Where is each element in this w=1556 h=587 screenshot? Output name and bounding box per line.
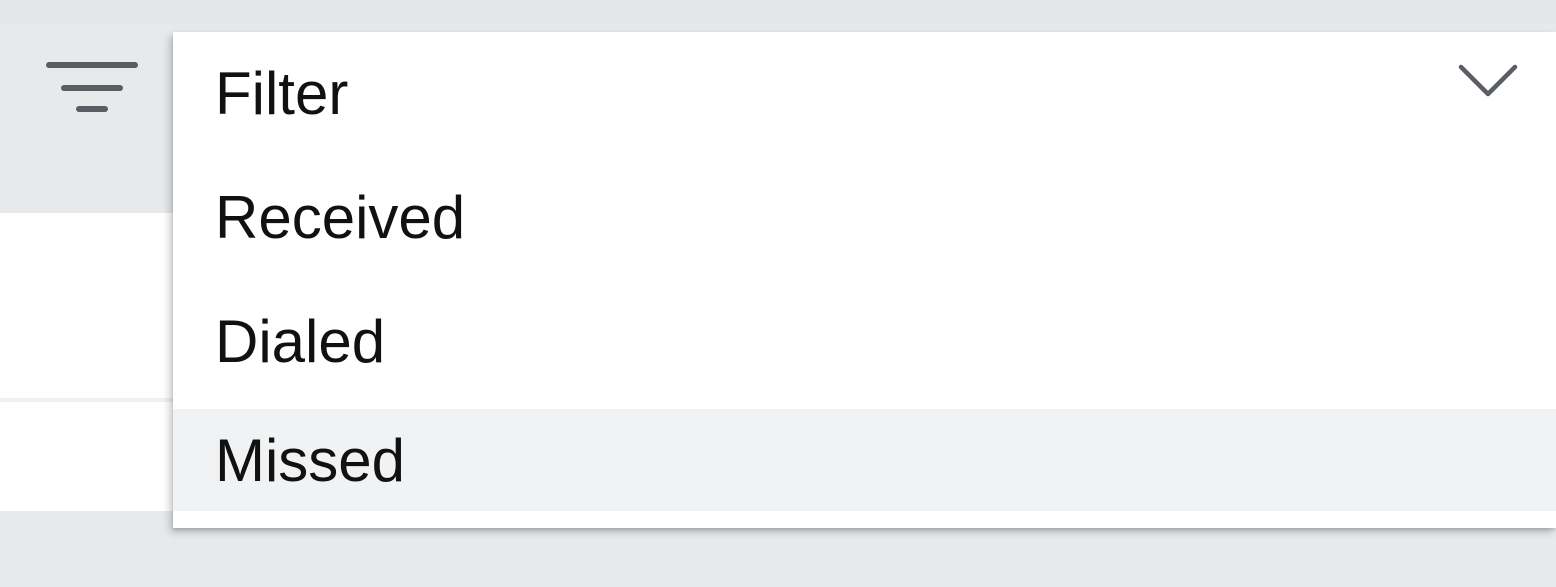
filter-icon-bar-bottom <box>76 106 108 112</box>
filter-icon-bar-middle <box>61 85 123 91</box>
filter-option-dialed[interactable]: Dialed <box>173 280 1556 404</box>
filter-icon[interactable] <box>46 62 138 114</box>
filter-dropdown-selected: Filter <box>215 60 349 127</box>
filter-option-missed[interactable]: Missed <box>173 409 1556 511</box>
chevron-down-icon[interactable] <box>1458 64 1518 100</box>
filter-option-received[interactable]: Received <box>173 156 1556 280</box>
top-strip <box>0 0 1556 24</box>
filter-dropdown[interactable]: Filter Received Dialed Missed <box>173 32 1556 528</box>
filter-option-label: Missed <box>215 427 406 494</box>
filter-icon-bar-top <box>46 62 138 68</box>
filter-option-label: Dialed <box>215 308 386 375</box>
filter-dropdown-header[interactable]: Filter <box>173 32 1556 156</box>
filter-option-label: Received <box>215 184 466 251</box>
